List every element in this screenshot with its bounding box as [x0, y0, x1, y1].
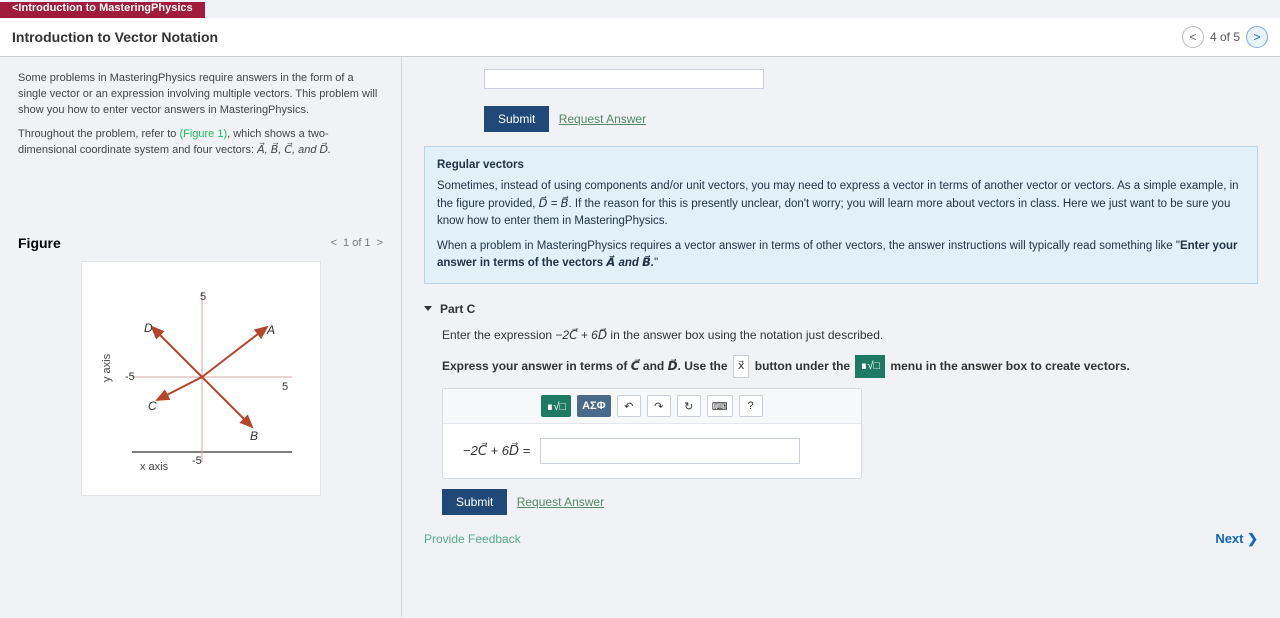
figure-prev[interactable]: < [331, 237, 337, 249]
brand-tab: <Introduction to MasteringPhysics [0, 2, 205, 18]
figure-link[interactable]: (Figure 1) [179, 128, 227, 140]
page-title: Introduction to Vector Notation [12, 29, 218, 45]
reset-button[interactable]: ↻ [677, 395, 701, 417]
next-page-button[interactable]: > [1246, 26, 1268, 48]
svg-text:x axis: x axis [140, 461, 169, 473]
prev-page-button[interactable]: < [1182, 26, 1204, 48]
vector-menu-icon: ∎√□ [855, 355, 885, 379]
chevron-down-icon [424, 306, 432, 311]
left-column: Some problems in MasteringPhysics requir… [0, 57, 402, 617]
equation-input[interactable] [540, 438, 800, 464]
provide-feedback-link[interactable]: Provide Feedback [424, 532, 521, 546]
equation-label: −2C⃗ + 6D⃗ = [463, 443, 530, 459]
undo-button[interactable]: ↶ [617, 395, 641, 417]
svg-text:A: A [266, 323, 275, 337]
svg-text:y axis: y axis [101, 353, 113, 382]
title-bar: Introduction to Vector Notation < 4 of 5… [0, 18, 1280, 57]
answer-panel: ∎√□ ΑΣΦ ↶ ↷ ↻ ⌨ ? −2C⃗ + 6D⃗ = [442, 388, 862, 479]
pager-label: 4 of 5 [1210, 30, 1240, 44]
figure-pager-label: 1 of 1 [343, 237, 371, 249]
help-button[interactable]: ? [739, 395, 763, 417]
intro-paragraph-2: Throughout the problem, refer to (Figure… [18, 127, 383, 159]
redo-button[interactable]: ↷ [647, 395, 671, 417]
info-heading: Regular vectors [437, 157, 1245, 174]
svg-text:C: C [148, 399, 157, 413]
figure-image: 5 5 -5 -5 A D C B [81, 261, 321, 496]
svg-text:B: B [250, 429, 258, 443]
submit-button-bottom[interactable]: Submit [442, 489, 507, 515]
svg-text:-5: -5 [192, 455, 202, 467]
top-pager: < 4 of 5 > [1182, 26, 1268, 48]
next-button[interactable]: Next ❯ [1215, 531, 1258, 547]
templates-menu-button[interactable]: ∎√□ [541, 395, 571, 417]
submit-button-top[interactable]: Submit [484, 106, 549, 132]
request-answer-bottom[interactable]: Request Answer [517, 495, 604, 509]
figure-heading: Figure [18, 235, 61, 251]
answer-toolbar: ∎√□ ΑΣΦ ↶ ↷ ↻ ⌨ ? [443, 389, 861, 424]
request-answer-top[interactable]: Request Answer [559, 112, 646, 126]
figure-pager: < 1 of 1 > [331, 237, 383, 249]
part-instruction: Express your answer in terms of C⃗ and D… [442, 355, 1258, 379]
part-c-header[interactable]: Part C [424, 302, 1258, 316]
keyboard-button[interactable]: ⌨ [707, 395, 733, 417]
greek-button[interactable]: ΑΣΦ [577, 395, 611, 417]
svg-text:-5: -5 [125, 371, 135, 383]
intro-paragraph-1: Some problems in MasteringPhysics requir… [18, 71, 383, 119]
part-prompt: Enter the expression −2C⃗ + 6D⃗ in the a… [442, 326, 1258, 345]
right-column: Submit Request Answer Regular vectors So… [402, 57, 1280, 617]
svg-text:5: 5 [200, 291, 206, 303]
part-label: Part C [440, 302, 475, 316]
regular-vectors-info: Regular vectors Sometimes, instead of us… [424, 146, 1258, 284]
vector-x-icon: x⃗ [733, 355, 750, 379]
svg-text:D: D [144, 321, 153, 335]
svg-text:5: 5 [282, 381, 288, 393]
prev-answer-field[interactable] [484, 69, 764, 89]
figure-next[interactable]: > [377, 237, 383, 249]
